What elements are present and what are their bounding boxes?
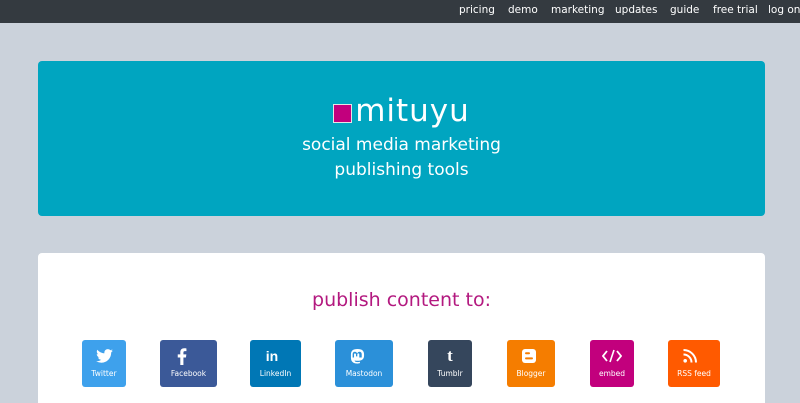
rss-label: RSS feed (677, 369, 711, 378)
publish-blogger-button[interactable]: Blogger (507, 340, 555, 387)
publish-panel: publish content to: Twitter Facebook in … (38, 253, 765, 403)
publish-embed-button[interactable]: embed (590, 340, 634, 387)
mastodon-icon (335, 348, 379, 364)
publish-tumblr-button[interactable]: t Tumblr (428, 340, 472, 387)
publish-heading: publish content to: (312, 289, 491, 311)
publish-mastodon-button[interactable]: Mastodon (335, 340, 393, 387)
nav-log-on[interactable]: log on (768, 4, 800, 16)
logo[interactable]: mituyu (38, 94, 765, 128)
facebook-f-icon (160, 347, 204, 365)
code-icon (590, 348, 634, 364)
nav-marketing[interactable]: marketing (551, 4, 605, 16)
nav-pricing[interactable]: pricing (459, 4, 495, 16)
tagline-line-1: social media marketing (302, 135, 501, 155)
publish-twitter-button[interactable]: Twitter (82, 340, 126, 387)
facebook-label: Facebook (170, 369, 207, 378)
blogger-label: Blogger (516, 369, 546, 378)
logo-text: mituyu (355, 93, 470, 129)
twitter-bird-icon (82, 348, 126, 364)
linkedin-label: LinkedIn (259, 369, 292, 378)
publish-rss-button[interactable]: RSS feed (668, 340, 720, 387)
top-nav: pricing demo marketing updates guide fre… (0, 0, 800, 23)
mastodon-label: Mastodon (345, 369, 383, 378)
logo-square-icon (333, 103, 353, 123)
publish-facebook-button[interactable]: Facebook (160, 340, 217, 387)
nav-free-trial[interactable]: free trial (713, 4, 758, 16)
twitter-label: Twitter (91, 369, 117, 378)
tumblr-label: Tumblr (437, 369, 463, 378)
rss-icon (668, 348, 712, 364)
linkedin-in-icon: in (265, 348, 279, 364)
publish-linkedin-button[interactable]: in LinkedIn (250, 340, 301, 387)
tumblr-t-icon: t (447, 346, 453, 365)
tagline-line-2: publishing tools (334, 160, 469, 180)
hero-banner: mituyu social media marketing publishing… (38, 61, 765, 216)
nav-guide[interactable]: guide (670, 4, 699, 16)
embed-label: embed (598, 369, 626, 378)
nav-demo[interactable]: demo (508, 4, 538, 16)
nav-updates[interactable]: updates (615, 4, 657, 16)
blogger-icon (507, 348, 551, 364)
